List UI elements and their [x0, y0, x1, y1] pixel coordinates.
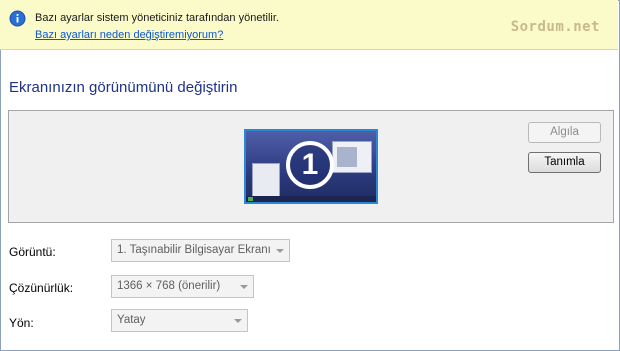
display-select-value: 1. Taşınabilir Bilgisayar Ekranı: [117, 244, 271, 256]
chevron-down-icon: [240, 285, 248, 289]
monitor-window: [332, 141, 372, 173]
info-bar: Bazı ayarlar sistem yöneticiniz tarafınd…: [0, 0, 618, 50]
monitor-start-button: [248, 197, 253, 201]
orientation-select-value: Yatay: [117, 314, 146, 326]
resolution-select[interactable]: 1366 × 768 (önerilir): [111, 275, 254, 298]
chevron-down-icon: [234, 319, 242, 323]
watermark: Sordum.net: [510, 19, 600, 35]
monitor-taskbar: [246, 196, 376, 202]
detect-button[interactable]: Algıla: [528, 122, 601, 143]
chevron-down-icon: [276, 249, 284, 253]
identify-button[interactable]: Tanımla: [528, 152, 601, 173]
monitor-start-menu: [252, 163, 280, 200]
info-icon: [9, 10, 26, 27]
monitor-1-thumbnail[interactable]: 1: [244, 129, 378, 204]
monitor-number-badge: 1: [286, 141, 334, 189]
orientation-label: Yön:: [9, 316, 34, 330]
resolution-select-value: 1366 × 768 (önerilir): [117, 280, 221, 292]
resolution-label: Çözünürlük:: [9, 281, 74, 295]
display-select[interactable]: 1. Taşınabilir Bilgisayar Ekranı: [111, 239, 290, 262]
admin-managed-message: Bazı ayarlar sistem yöneticiniz tarafınd…: [35, 12, 279, 24]
display-label: Görüntü:: [9, 245, 56, 259]
orientation-select[interactable]: Yatay: [111, 309, 248, 332]
page-title: Ekranınızın görünümünü değiştirin: [9, 79, 238, 96]
why-cant-change-link[interactable]: Bazı ayarları neden değiştiremiyorum?: [35, 29, 223, 41]
